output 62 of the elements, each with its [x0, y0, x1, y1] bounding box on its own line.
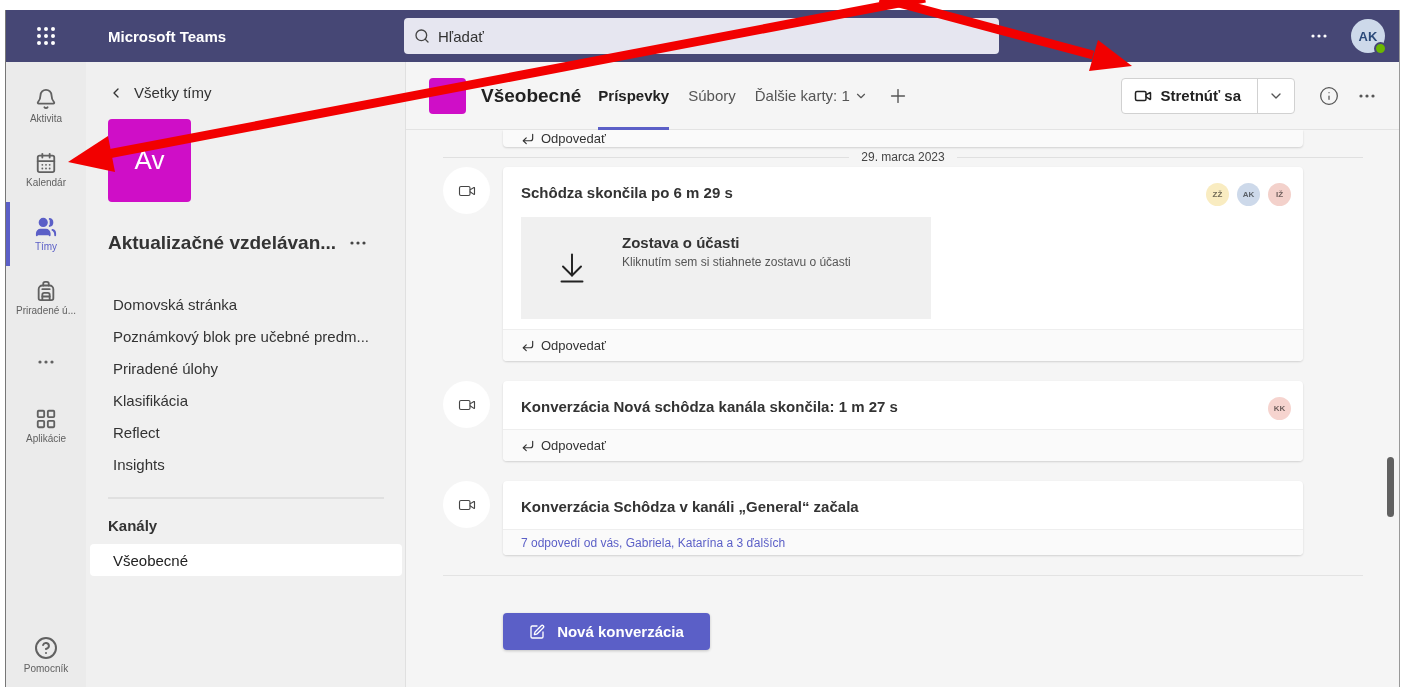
rail-item[interactable]: Kalendár — [6, 138, 82, 202]
reply-button[interactable]: Odpovedať — [503, 131, 606, 146]
rail-item[interactable]: Tímy — [6, 202, 82, 266]
attachment-title: Zostava o účasti — [622, 234, 741, 251]
info-button[interactable] — [1319, 85, 1339, 106]
reply-icon — [521, 438, 535, 453]
post-title: Konverzácia Schôdza v kanáli „General“ začala — [521, 497, 859, 515]
team-nav-item[interactable]: Domovská stránka — [90, 288, 402, 320]
participant-avatar: IŽ — [1268, 183, 1291, 206]
search-field[interactable]: Hľadať — [404, 18, 999, 54]
teams-icon — [35, 216, 57, 238]
channel-item[interactable]: Všeobecné — [90, 544, 402, 576]
help-icon — [34, 636, 58, 660]
video-icon — [443, 481, 490, 528]
info-icon — [1319, 85, 1339, 106]
scrollbar[interactable] — [1387, 457, 1394, 517]
calendar-icon — [35, 152, 57, 174]
user-avatar[interactable]: AK — [1351, 19, 1385, 53]
video-icon — [443, 381, 490, 428]
section-heading: Kanály — [108, 517, 159, 534]
app-launcher-icon[interactable] — [34, 24, 58, 48]
date-label: 29. marca 2023 — [860, 150, 946, 164]
search-icon — [414, 28, 430, 44]
app-title: Microsoft Teams — [107, 27, 228, 45]
more-icon[interactable] — [350, 241, 367, 245]
participant-avatar: KK — [1268, 397, 1291, 420]
team-nav-item[interactable]: Priradené úlohy — [90, 352, 402, 384]
team-nav-item[interactable]: Poznámkový blok pre učebné predm... — [90, 320, 402, 352]
rail-item[interactable]: Aktivita — [6, 74, 82, 138]
video-icon — [443, 167, 490, 214]
tab[interactable]: Súbory — [688, 61, 736, 130]
reply-button[interactable]: Odpovedať — [521, 338, 606, 353]
apps-icon — [35, 408, 57, 430]
more-icon — [38, 360, 54, 364]
team-nav-item[interactable]: Klasifikácia — [90, 384, 402, 416]
channel-name: Všeobecné — [481, 84, 582, 107]
participant-avatar: AK — [1237, 183, 1260, 206]
reply-icon — [521, 131, 535, 146]
team-nav-item[interactable]: Reflect — [90, 416, 402, 448]
post-title: Schôdza skončila po 6 m 29 s — [521, 183, 733, 201]
reply-button[interactable]: Odpovedať — [521, 438, 606, 453]
more-icon[interactable] — [1311, 34, 1327, 38]
attachment-card[interactable]: Zostava o účasti Kliknutím sem si stiahnete zostavu o účasti — [521, 217, 931, 319]
backpack-icon — [35, 280, 57, 302]
team-nav-item[interactable]: Insights — [90, 448, 402, 480]
search-input[interactable]: Hľadať — [436, 26, 999, 46]
reply-icon — [521, 338, 535, 353]
new-conversation-button[interactable]: Nová konverzácia — [503, 613, 710, 650]
tab[interactable]: Ďalšie karty: 1 — [754, 61, 868, 130]
team-name: Aktualizačné vzdelávan... — [108, 232, 337, 254]
participant-avatar: ZŽ — [1206, 183, 1229, 206]
bell-icon — [35, 88, 57, 110]
more-button[interactable] — [1359, 93, 1375, 98]
post-title: Konverzácia Nová schôdza kanála skončila: 1 m 27 s — [521, 397, 898, 415]
replies-link[interactable]: 7 odpovedí od vás, Gabriela, Katarína a 3 ďalších — [521, 535, 786, 550]
compose-icon — [529, 623, 546, 640]
rail-item[interactable]: Aplikácie — [6, 394, 82, 458]
help-button[interactable]: Pomocník — [6, 623, 82, 687]
presence-badge — [1374, 42, 1387, 55]
back-link[interactable]: Všetky tímy — [108, 84, 402, 101]
rail-item[interactable]: Priradené ú... — [6, 266, 82, 330]
attachment-subtitle: Kliknutím sem si stiahnete zostavu o účasti — [622, 255, 851, 269]
